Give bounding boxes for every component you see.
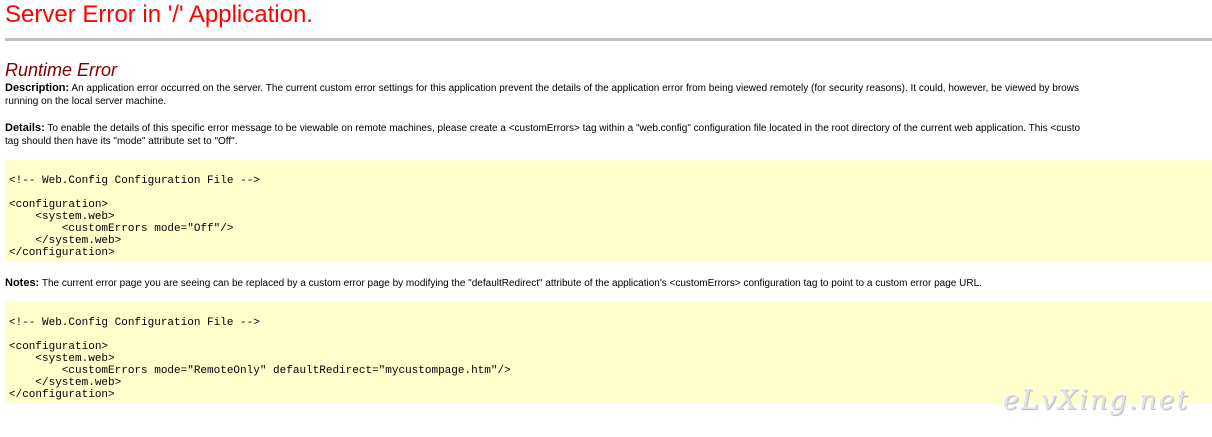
config-code-remote-only: <!-- Web.Config Configuration File --> <… — [9, 317, 511, 401]
notes-label: Notes: — [5, 277, 40, 289]
site-watermark: eLvXing.net — [1003, 385, 1190, 416]
page-title: Server Error in '/' Application. — [5, 1, 313, 28]
notes-paragraph: Notes: The current error page you are se… — [5, 277, 1212, 290]
details-label: Details: — [5, 122, 45, 134]
description-label: Description: — [5, 82, 70, 94]
details-text-line2: tag should then have its "mode" attribut… — [5, 136, 238, 147]
error-page: Server Error in '/' Application. Runtime… — [0, 0, 1212, 437]
header-divider — [5, 38, 1212, 41]
config-code-block-off: <!-- Web.Config Configuration File --> <… — [5, 160, 1212, 262]
notes-text: The current error page you are seeing ca… — [39, 278, 982, 289]
error-type-heading: Runtime Error — [5, 60, 118, 80]
description-paragraph: Description: An application error occurr… — [5, 82, 1212, 108]
description-text-line2: running on the local server machine. — [5, 96, 167, 107]
details-text: To enable the details of this specific e… — [44, 123, 1081, 134]
config-code-off: <!-- Web.Config Configuration File --> <… — [9, 175, 260, 259]
details-paragraph: Details: To enable the details of this s… — [5, 122, 1212, 148]
description-text: An application error occurred on the ser… — [69, 83, 1079, 94]
